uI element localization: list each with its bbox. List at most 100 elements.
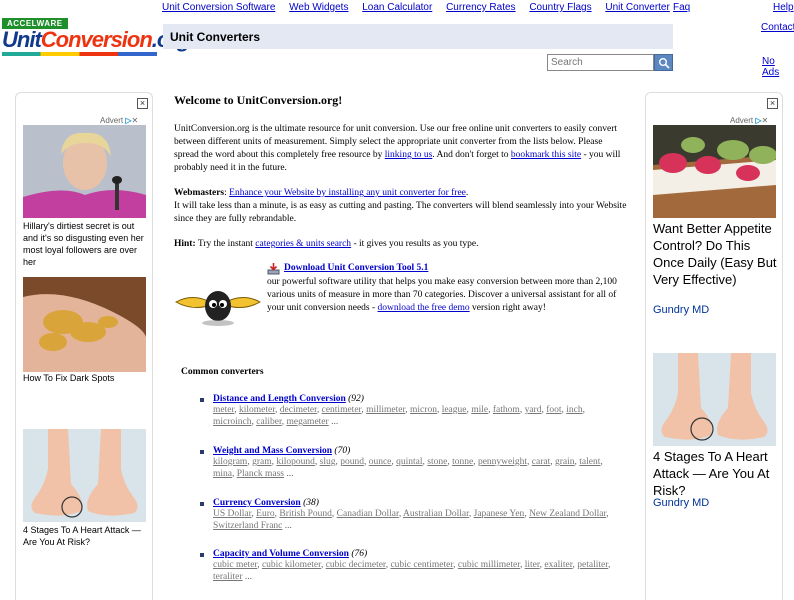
category-link[interactable]: Currency Conversion: [213, 498, 301, 508]
search-button[interactable]: [654, 54, 673, 71]
unit-link[interactable]: pennyweight: [478, 457, 527, 467]
unit-link[interactable]: Japanese Yen: [474, 509, 525, 519]
category-link[interactable]: Distance and Length Conversion: [213, 394, 346, 404]
bullet-icon: [200, 502, 204, 506]
unit-link[interactable]: New Zealand Dollar: [529, 509, 606, 519]
category-count: (70): [334, 446, 351, 456]
unit-link[interactable]: decimeter: [280, 405, 317, 415]
unit-link[interactable]: cubic kilometer: [262, 560, 321, 570]
unit-link[interactable]: inch: [566, 405, 582, 415]
unit-link[interactable]: league: [442, 405, 467, 415]
unit-link[interactable]: microinch: [213, 417, 252, 427]
ad-image-portrait[interactable]: [23, 125, 146, 218]
unit-link[interactable]: carat: [532, 457, 550, 467]
unit-link[interactable]: gram: [252, 457, 272, 467]
feet-illustration: [23, 429, 146, 522]
category-link[interactable]: Capacity and Volume Conversion: [213, 549, 349, 559]
nav-link-widgets[interactable]: Web Widgets: [289, 2, 348, 13]
category-head: Currency Conversion (38): [213, 498, 319, 508]
unit-link[interactable]: petaliter: [577, 560, 608, 570]
unit-link[interactable]: exaliter: [544, 560, 572, 570]
unit-link[interactable]: kilopound: [276, 457, 315, 467]
linking-to-us-link[interactable]: linking to us: [385, 150, 433, 160]
unit-link[interactable]: fathom: [493, 405, 520, 415]
download-tool-link[interactable]: Download Unit Conversion Tool 5.1: [284, 262, 428, 275]
bookmark-link[interactable]: bookmark this site: [511, 150, 581, 160]
unit-link[interactable]: Australian Dollar: [403, 509, 469, 519]
unit-link[interactable]: micron: [410, 405, 437, 415]
unit-link[interactable]: slug: [320, 457, 336, 467]
unit-link[interactable]: stone: [427, 457, 447, 467]
ad-caption[interactable]: How To Fix Dark Spots: [23, 372, 146, 384]
nav-link-flags[interactable]: Country Flags: [529, 2, 591, 13]
unit-link[interactable]: cubic centimeter: [390, 560, 453, 570]
unit-link[interactable]: kilometer: [239, 405, 275, 415]
unit-link[interactable]: grain: [555, 457, 575, 467]
ad-source[interactable]: Gundry MD: [653, 304, 709, 316]
unit-link[interactable]: megameter: [286, 417, 328, 427]
unit-link[interactable]: millimeter: [366, 405, 405, 415]
hint-label: Hint:: [174, 239, 196, 249]
unit-link[interactable]: liter: [525, 560, 540, 570]
unit-link[interactable]: cubic decimeter: [326, 560, 386, 570]
categories-search-link[interactable]: categories & units search: [255, 239, 351, 249]
contact-link[interactable]: Contact: [761, 22, 794, 33]
unit-link[interactable]: mina: [213, 469, 232, 479]
adchoices-text: Advert: [730, 116, 754, 125]
unit-link[interactable]: US Dollar: [213, 509, 251, 519]
tool-text: version right away!: [469, 303, 546, 313]
unit-link[interactable]: Euro: [256, 509, 274, 519]
nav-link-loan[interactable]: Loan Calculator: [362, 2, 432, 13]
unit-link[interactable]: foot: [546, 405, 561, 415]
help-link[interactable]: Help: [773, 2, 794, 13]
faq-link[interactable]: Faq: [673, 2, 690, 13]
unit-link[interactable]: caliber: [256, 417, 281, 427]
webmasters-paragraph: Webmasters: Enhance your Website by inst…: [174, 188, 627, 224]
adchoices-label[interactable]: Advert ▷✕: [100, 116, 138, 125]
ad-caption[interactable]: 4 Stages To A Heart Attack — Are You At …: [653, 448, 781, 499]
close-icon[interactable]: ×: [137, 98, 148, 109]
ad-image-food[interactable]: [653, 125, 776, 218]
close-icon[interactable]: ×: [767, 98, 778, 109]
logo-wordmark: UnitConversion.org: [2, 27, 190, 53]
unit-link[interactable]: yard: [525, 405, 542, 415]
nav-link-software[interactable]: Unit Conversion Software: [162, 2, 275, 13]
adchoices-label[interactable]: Advert ▷✕: [730, 116, 768, 125]
unit-link[interactable]: pound: [340, 457, 364, 467]
category-head: Weight and Mass Conversion (70): [213, 446, 350, 456]
unit-link[interactable]: tonne: [452, 457, 473, 467]
ad-image-feet[interactable]: [23, 429, 146, 522]
search-input[interactable]: [547, 54, 654, 71]
ad-caption[interactable]: 4 Stages To A Heart Attack — Are You At …: [23, 524, 146, 548]
bullet-icon: [200, 553, 204, 557]
nav-link-converter[interactable]: Unit Converter: [605, 2, 669, 13]
unit-link[interactable]: teraliter: [213, 572, 243, 582]
unit-link[interactable]: centimeter: [322, 405, 362, 415]
no-ads-link[interactable]: No Ads: [762, 56, 794, 78]
unit-link[interactable]: meter: [213, 405, 234, 415]
nav-link-currency[interactable]: Currency Rates: [446, 2, 515, 13]
tool-mascot[interactable]: [174, 284, 262, 328]
category-link[interactable]: Weight and Mass Conversion: [213, 446, 332, 456]
ad-image-hand[interactable]: [23, 277, 146, 372]
unit-link[interactable]: quintal: [396, 457, 422, 467]
unit-link[interactable]: kilogram: [213, 457, 247, 467]
ad-caption[interactable]: Want Better Appetite Control? Do This On…: [653, 220, 781, 288]
unit-link[interactable]: Switzerland Franc: [213, 521, 282, 531]
ad-image-feet[interactable]: [653, 353, 776, 446]
ad-caption[interactable]: Hillary's dirtiest secret is out and it'…: [23, 220, 146, 268]
site-logo[interactable]: ACCELWARE UnitConversion.org: [2, 16, 190, 56]
download-demo-link[interactable]: download the free demo: [378, 303, 470, 313]
unit-link[interactable]: British Pound: [279, 509, 332, 519]
unit-link[interactable]: cubic millimeter: [458, 560, 520, 570]
unit-link[interactable]: cubic meter: [213, 560, 257, 570]
unit-link[interactable]: talent: [579, 457, 600, 467]
unit-link[interactable]: Canadian Dollar: [337, 509, 399, 519]
unit-link[interactable]: ounce: [369, 457, 392, 467]
unit-link[interactable]: Planck mass: [237, 469, 284, 479]
webmasters-link[interactable]: Enhance your Website by installing any u…: [229, 188, 466, 198]
ad-source[interactable]: Gundry MD: [653, 497, 709, 509]
unit-list: cubic meter, cubic kilometer, cubic deci…: [213, 560, 611, 582]
unit-link[interactable]: mile: [471, 405, 488, 415]
unit-list: kilogram, gram, kilopound, slug, pound, …: [213, 457, 603, 479]
